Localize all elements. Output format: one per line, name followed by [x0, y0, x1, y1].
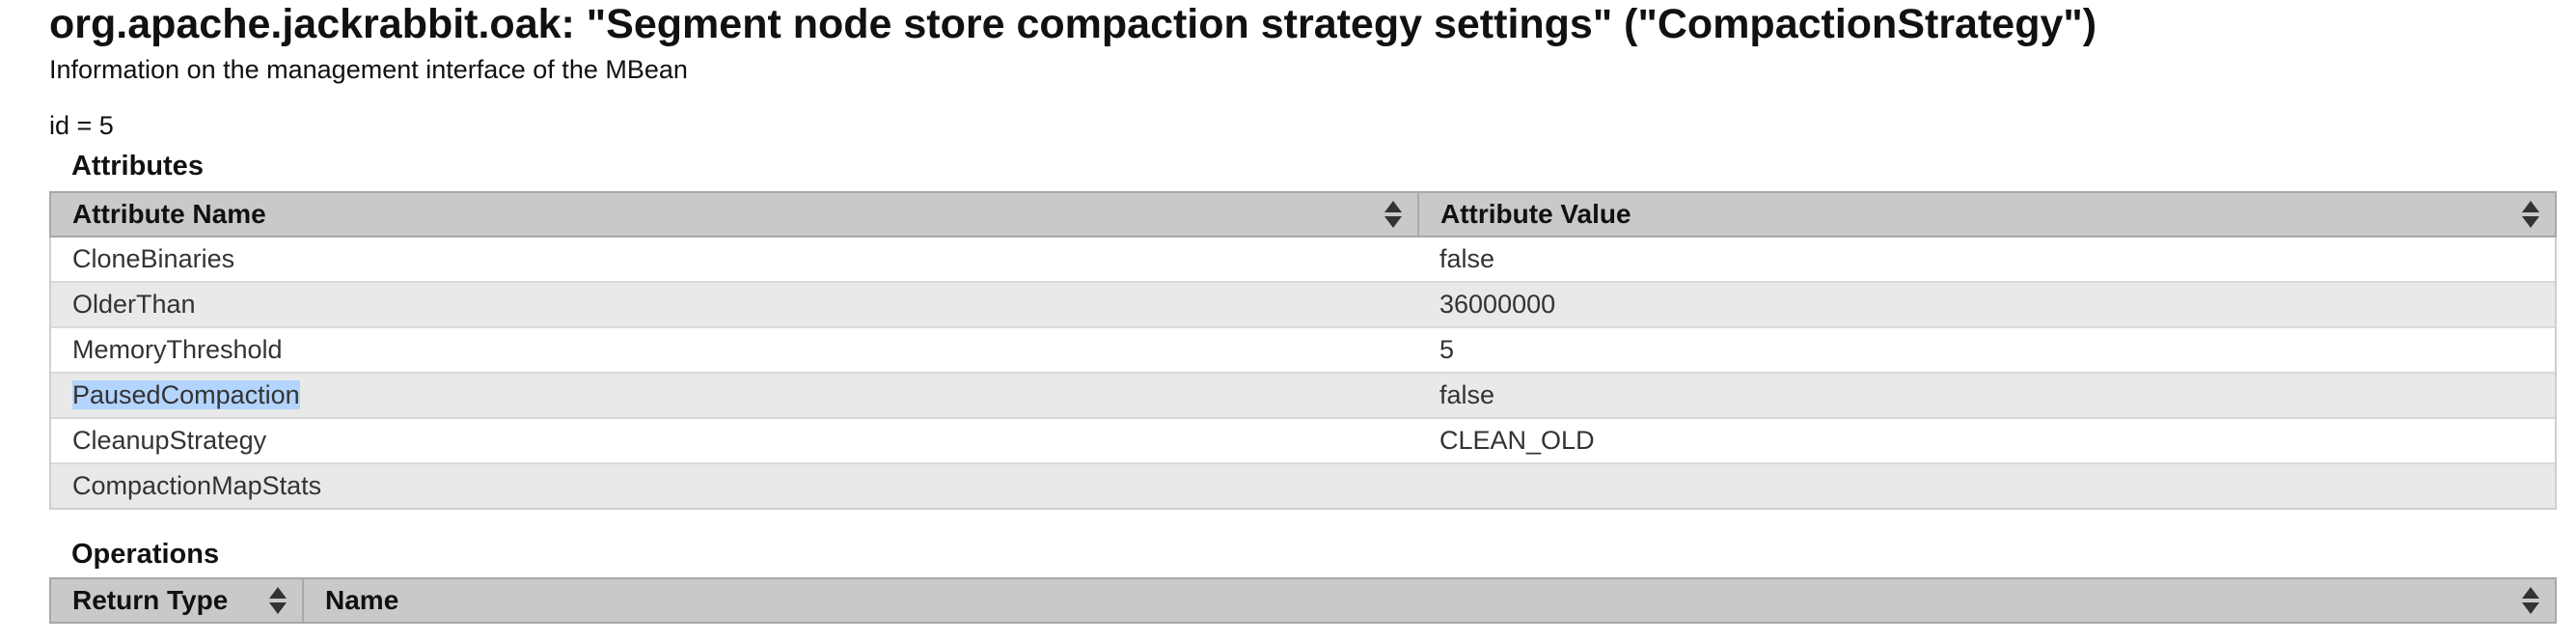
sort-updown-icon[interactable]: [1384, 201, 1402, 228]
attributes-header-row: Attribute Name Attribute Value: [49, 191, 2557, 238]
attributes-heading: Attributes: [71, 151, 204, 182]
attribute-name-cell[interactable]: OlderThan: [49, 281, 1418, 327]
operations-table: Return Type Name: [49, 577, 2557, 624]
column-header-attribute-name[interactable]: Attribute Name: [49, 191, 1419, 238]
sort-updown-icon[interactable]: [2522, 587, 2539, 614]
attribute-name: CompactionMapStats: [72, 471, 322, 500]
attribute-name-cell[interactable]: PausedCompaction: [49, 372, 1418, 418]
attribute-value-cell[interactable]: [1418, 462, 2557, 510]
attribute-value: false: [1439, 380, 1495, 409]
column-header-label: Attribute Name: [72, 199, 266, 229]
attribute-value: 5: [1439, 335, 1455, 364]
attribute-value-cell[interactable]: CLEAN_OLD: [1418, 417, 2557, 463]
table-row[interactable]: OlderThan 36000000: [49, 281, 2557, 327]
operations-heading: Operations: [71, 539, 220, 570]
attribute-name-cell[interactable]: CloneBinaries: [49, 236, 1418, 282]
attribute-value-cell[interactable]: false: [1418, 372, 2557, 418]
attribute-value-cell[interactable]: 36000000: [1418, 281, 2557, 327]
page-title: org.apache.jackrabbit.oak: "Segment node…: [49, 1, 2097, 47]
mbean-id: id = 5: [49, 111, 114, 140]
attribute-name-cell[interactable]: CompactionMapStats: [49, 462, 1418, 510]
table-row[interactable]: CompactionMapStats: [49, 462, 2557, 510]
sort-updown-icon[interactable]: [2522, 201, 2539, 228]
table-row[interactable]: MemoryThreshold 5: [49, 326, 2557, 373]
attribute-name: CleanupStrategy: [72, 426, 267, 455]
table-row[interactable]: PausedCompaction false: [49, 372, 2557, 418]
attribute-value: CLEAN_OLD: [1439, 426, 1595, 455]
attribute-name-cell[interactable]: MemoryThreshold: [49, 326, 1418, 373]
attribute-name-cell[interactable]: CleanupStrategy: [49, 417, 1418, 463]
column-header-label: Attribute Value: [1440, 199, 1631, 229]
operations-header-row: Return Type Name: [49, 577, 2557, 624]
column-header-label: Return Type: [72, 585, 229, 615]
attribute-value: false: [1439, 244, 1495, 273]
column-header-attribute-value[interactable]: Attribute Value: [1417, 191, 2557, 238]
sort-updown-icon[interactable]: [269, 587, 287, 614]
table-row[interactable]: CloneBinaries false: [49, 236, 2557, 282]
column-header-label: Name: [325, 585, 399, 615]
attribute-value: 36000000: [1439, 290, 1556, 319]
attribute-name: MemoryThreshold: [72, 335, 283, 364]
attributes-table: Attribute Name Attribute Value CloneBina…: [49, 191, 2557, 510]
attribute-value-cell[interactable]: 5: [1418, 326, 2557, 373]
table-row[interactable]: CleanupStrategy CLEAN_OLD: [49, 417, 2557, 463]
attribute-value-cell[interactable]: false: [1418, 236, 2557, 282]
column-header-return-type[interactable]: Return Type: [49, 577, 304, 624]
page-subtitle: Information on the management interface …: [49, 55, 688, 84]
attribute-name-selected: PausedCompaction: [72, 380, 300, 409]
attribute-name: OlderThan: [72, 290, 196, 319]
attribute-name: CloneBinaries: [72, 244, 235, 273]
column-header-name[interactable]: Name: [302, 577, 2557, 624]
mbean-page: org.apache.jackrabbit.oak: "Segment node…: [0, 0, 2576, 643]
